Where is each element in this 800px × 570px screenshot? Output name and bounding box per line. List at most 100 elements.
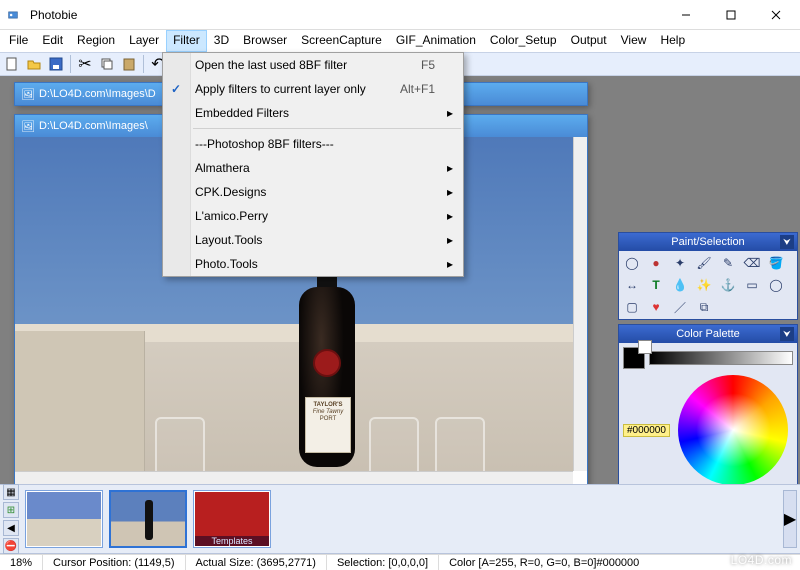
collapse-icon[interactable]: ⮟ [780,235,794,249]
maximize-button[interactable] [708,1,753,29]
statusbar: 18% Cursor Position: (1149,5) Actual Siz… [0,554,800,570]
menu-color_setup[interactable]: Color_Setup [483,30,564,52]
menu-layer[interactable]: Layer [122,30,166,52]
menu-item[interactable]: Photo.Tools▸ [163,252,463,276]
ellipse-select-tool[interactable]: ◯ [623,255,641,271]
clone-tool[interactable]: ⧉ [695,299,713,315]
fill-tool[interactable]: 🪣 [767,255,785,271]
thumbnail-selected[interactable] [109,490,187,548]
save-icon[interactable] [46,54,66,74]
submenu-arrow-icon: ▸ [447,161,453,175]
menu-view[interactable]: View [614,30,654,52]
menu-item[interactable]: ---Photoshop 8BF filters--- [163,132,463,156]
menu-item-label: Open the last used 8BF filter [195,58,347,72]
menu-item-label: L'amico.Perry [195,209,268,223]
menu-item-label: Photo.Tools [195,257,258,271]
paint-selection-panel: Paint/Selection ⮟ ◯ ● ✦ 🖌 ✎ ⌫ 🪣 ↔ T 💧 ✨ … [618,232,798,320]
submenu-arrow-icon: ▸ [447,185,453,199]
toolbar-separator [70,55,71,73]
horizontal-scrollbar[interactable] [15,471,573,484]
menu-screencapture[interactable]: ScreenCapture [294,30,389,52]
rect-select-tool[interactable]: ● [647,255,665,271]
paste-icon[interactable] [119,54,139,74]
rounded-rect-tool[interactable]: ▢ [623,299,641,315]
thumbnail-label: Templates [195,536,269,546]
menu-shortcut: Alt+F1 [400,82,435,96]
text-tool[interactable]: T [647,277,665,293]
rect-shape-tool[interactable]: ▭ [743,277,761,293]
pencil-tool[interactable]: ✎ [719,255,737,271]
menu-edit[interactable]: Edit [35,30,70,52]
menu-3d[interactable]: 3D [207,30,236,52]
menu-separator [193,128,461,129]
thumb-close-icon[interactable]: ⛔ [3,538,19,554]
hex-readout[interactable]: #000000 [623,424,670,437]
menu-item[interactable]: Embedded Filters ▸ [163,101,463,125]
eraser-tool[interactable]: ⌫ [743,255,761,271]
foreground-color-swatch[interactable] [623,347,645,369]
brush-tool[interactable]: 🖌 [695,255,713,271]
menubar: FileEditRegionLayerFilter3DBrowserScreen… [0,30,800,52]
doc-icon: 🖼 [21,120,35,133]
close-button[interactable] [753,1,798,29]
status-zoom: 18% [0,555,43,570]
menu-item-label: Layout.Tools [195,233,262,247]
thumbnail-templates[interactable]: Templates [193,490,271,548]
document-title-text: D:\LO4D.com\Images\D [39,88,156,100]
lasso-tool[interactable]: ✦ [671,255,689,271]
vertical-scrollbar[interactable] [573,137,587,471]
menu-item[interactable]: Almathera ▸ [163,156,463,180]
menu-item-label: Apply filters to current layer only [195,82,366,96]
menu-output[interactable]: Output [564,30,614,52]
ellipse-shape-tool[interactable]: ◯ [767,277,785,293]
menu-region[interactable]: Region [70,30,122,52]
cut-icon[interactable]: ✂ [75,54,95,74]
menu-item[interactable]: ✓Apply filters to current layer onlyAlt+… [163,77,463,101]
panel-header[interactable]: Paint/Selection ⮟ [619,233,797,251]
menu-item[interactable]: Open the last used 8BF filter F5 [163,53,463,77]
menu-item[interactable]: Layout.Tools ▸ [163,228,463,252]
toolbar-separator [143,55,144,73]
side-panels: Paint/Selection ⮟ ◯ ● ✦ 🖌 ✎ ⌫ 🪣 ↔ T 💧 ✨ … [618,232,798,484]
minimize-button[interactable] [663,1,708,29]
line-tool[interactable]: ／ [671,299,689,315]
menu-item[interactable]: L'amico.Perry ▸ [163,204,463,228]
collapse-icon[interactable]: ⮟ [780,327,794,341]
panel-title: Color Palette [676,328,740,340]
menu-shortcut: F5 [421,58,435,72]
new-file-icon[interactable] [2,54,22,74]
submenu-arrow-icon: ▸ [447,106,453,120]
menu-item-label: ---Photoshop 8BF filters--- [195,137,334,151]
eyedropper-tool[interactable]: 💧 [671,277,689,293]
status-color: Color [A=255, R=0, G=0, B=0]#000000 [439,555,649,570]
thumb-next-icon[interactable]: ▶ [783,490,797,548]
open-file-icon[interactable] [24,54,44,74]
copy-icon[interactable] [97,54,117,74]
menu-item-label: CPK.Designs [195,185,266,199]
submenu-arrow-icon: ▸ [447,233,453,247]
thumb-grid-icon[interactable]: ⊞ [3,502,19,518]
wand-tool[interactable]: ✨ [695,277,713,293]
color-wheel[interactable] [678,375,788,484]
status-selection: Selection: [0,0,0,0] [327,555,439,570]
menu-file[interactable]: File [2,30,35,52]
menu-item-label: Embedded Filters [195,106,289,120]
menu-item-label: Almathera [195,161,250,175]
background-color-swatch[interactable] [638,340,652,354]
menu-help[interactable]: Help [653,30,692,52]
menu-browser[interactable]: Browser [236,30,294,52]
anchor-tool[interactable]: ⚓ [719,277,737,293]
menu-filter[interactable]: Filter [166,30,207,52]
titlebar: Photobie [0,0,800,30]
color-palette-panel: Color Palette ⮟ #000000 Color List [618,324,798,484]
move-tool[interactable]: ↔ [623,277,641,293]
gradient-slider[interactable] [649,351,793,365]
menu-item[interactable]: CPK.Designs ▸ [163,180,463,204]
thumb-prev-icon[interactable]: ◀ [3,520,19,536]
menu-gif_animation[interactable]: GIF_Animation [389,30,483,52]
submenu-arrow-icon: ▸ [447,209,453,223]
thumb-tile-icon[interactable]: ▦ [3,484,19,500]
thumbnail[interactable] [25,490,103,548]
heart-tool[interactable]: ♥ [647,299,665,315]
status-size: Actual Size: (3695,2771) [186,555,327,570]
